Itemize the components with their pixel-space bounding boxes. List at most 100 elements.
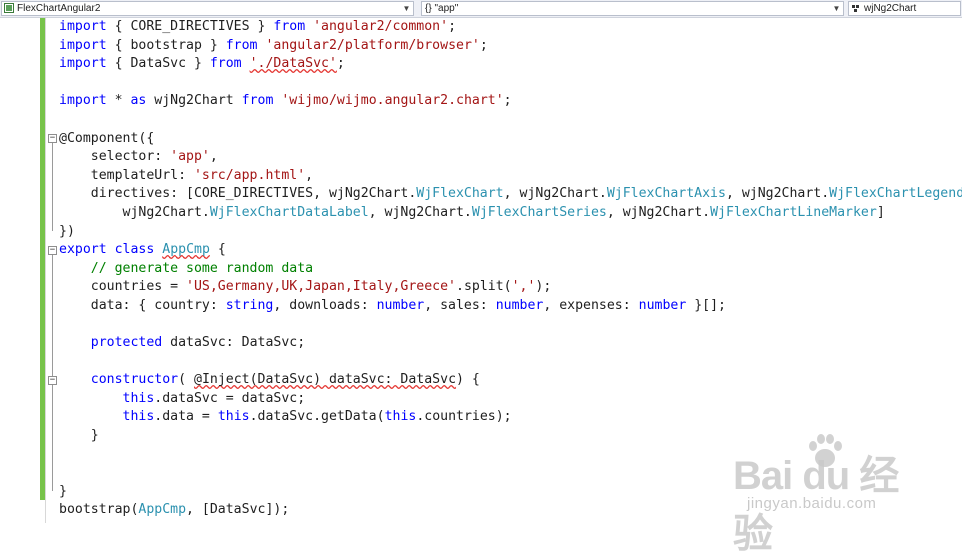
code-line[interactable] <box>59 74 962 93</box>
code-line[interactable]: countries = 'US,Germany,UK,Japan,Italy,G… <box>59 278 962 297</box>
code-token: , expenses: <box>543 297 639 313</box>
code-line[interactable] <box>59 111 962 130</box>
scope-dropdown[interactable]: {} "app" ▼ <box>421 1 844 16</box>
code-token: ; <box>448 19 457 34</box>
code-token: 'app' <box>170 149 210 165</box>
code-token: import <box>59 37 107 53</box>
code-line[interactable]: import { DataSvc } from './DataSvc'; <box>59 55 962 74</box>
code-token: * <box>106 93 131 109</box>
code-token: './DataSvc' <box>249 56 337 72</box>
chevron-down-icon: ▼ <box>402 4 411 13</box>
fold-guide <box>52 255 53 491</box>
code-token: ( <box>178 372 194 388</box>
code-token: { CORE_DIRECTIVES } <box>106 19 274 34</box>
code-token: @Inject(DataSvc) dataSvc: DataSvc <box>194 372 457 388</box>
project-dropdown[interactable]: FlexChartAngular2 ▼ <box>1 1 414 16</box>
code-line[interactable]: @Component({ <box>59 130 962 149</box>
code-token: templateUrl: <box>59 167 194 183</box>
code-token: this <box>122 409 155 425</box>
code-token: WjFlexChart <box>416 186 504 202</box>
watermark-url: jingyan.baidu.com <box>747 495 877 512</box>
code-token: constructor <box>90 372 179 388</box>
code-token: protected <box>90 335 163 351</box>
code-token: { <box>209 242 226 258</box>
code-token: this <box>217 409 250 425</box>
code-token: number <box>638 297 687 313</box>
code-line[interactable]: import * as wjNg2Chart from 'wijmo/wijmo… <box>59 92 962 111</box>
code-token: bootstrap( <box>59 502 139 518</box>
code-line[interactable]: }) <box>59 223 962 242</box>
code-token: 'angular2/platform/browser' <box>265 37 480 53</box>
member-dropdown[interactable]: wjNg2Chart <box>848 1 961 16</box>
code-token: , [DataSvc]); <box>186 502 290 518</box>
code-token: import <box>59 93 107 109</box>
code-line[interactable]: wjNg2Chart.WjFlexChartDataLabel, wjNg2Ch… <box>59 204 962 223</box>
code-token: number <box>495 297 544 313</box>
code-token: ); <box>535 279 552 295</box>
code-line[interactable]: import { CORE_DIRECTIVES } from 'angular… <box>59 18 962 37</box>
code-token: 'angular2/common' <box>313 19 449 34</box>
code-token: class <box>114 242 155 258</box>
code-line[interactable]: data: { country: string, downloads: numb… <box>59 297 962 316</box>
gutter-separator <box>45 18 46 523</box>
code-token: wjNg2Chart <box>146 93 242 109</box>
code-line[interactable]: import { bootstrap } from 'angular2/plat… <box>59 37 962 56</box>
code-token: selector: <box>59 149 171 165</box>
code-token: directives: [CORE_DIRECTIVES, wjNg2Chart… <box>59 186 417 202</box>
code-line[interactable]: constructor( @Inject(DataSvc) dataSvc: D… <box>59 371 962 390</box>
code-token: ] <box>876 204 885 220</box>
code-token: ; <box>336 56 345 72</box>
code-line[interactable]: selector: 'app', <box>59 148 962 167</box>
code-token: number <box>376 297 425 313</box>
code-line[interactable]: // generate some random data <box>59 260 962 279</box>
code-token: AppCmp <box>138 502 187 518</box>
code-token: from <box>273 19 306 34</box>
code-line[interactable]: export class AppCmp { <box>59 241 962 260</box>
code-token: .dataSvc.getData( <box>249 409 385 425</box>
code-token: this <box>384 409 417 425</box>
code-token: @Component({ <box>59 130 155 146</box>
code-token: export <box>59 242 107 258</box>
code-line[interactable]: this.dataSvc = dataSvc; <box>59 390 962 409</box>
code-token: ',' <box>511 279 536 295</box>
navigation-bar: FlexChartAngular2 ▼ {} "app" ▼ wjNg2Char… <box>0 0 962 18</box>
code-token: , sales: <box>424 297 496 313</box>
code-token: 'wijmo/wijmo.angular2.chart' <box>281 93 504 109</box>
collapse-toggle-icon[interactable]: − <box>48 246 57 255</box>
code-token: string <box>225 297 274 313</box>
collapse-toggle-icon[interactable]: − <box>48 134 57 143</box>
fold-guide <box>52 385 53 429</box>
code-token: import <box>59 56 107 72</box>
code-token: import <box>59 19 107 34</box>
code-token: countries = <box>59 279 187 295</box>
code-token: }[]; <box>686 297 726 313</box>
code-token: 'US,Germany,UK,Japan,Italy,Greece' <box>186 279 456 295</box>
code-token: }) <box>59 223 75 239</box>
code-line[interactable]: protected dataSvc: DataSvc; <box>59 334 962 353</box>
code-token: , wjNg2Chart. <box>503 186 607 202</box>
code-token: from <box>225 37 258 53</box>
code-editor[interactable]: − − − import { CORE_DIRECTIVES } from 'a… <box>0 18 962 556</box>
code-line[interactable]: templateUrl: 'src/app.html', <box>59 167 962 186</box>
code-token: WjFlexChartSeries <box>471 204 607 220</box>
code-token: , wjNg2Chart. <box>368 204 472 220</box>
project-name: FlexChartAngular2 <box>17 3 101 14</box>
code-token: WjFlexChartLegend <box>829 186 962 202</box>
code-token: AppCmp <box>162 242 210 258</box>
code-token: WjFlexChartDataLabel <box>209 204 369 220</box>
scope-name: {} "app" <box>425 3 459 14</box>
code-line[interactable] <box>59 316 962 335</box>
code-token: .split( <box>456 279 512 295</box>
baidu-watermark: Bai du 经验 jingyan.baidu.com <box>733 433 933 556</box>
code-line[interactable] <box>59 353 962 372</box>
code-line[interactable]: this.data = this.dataSvc.getData(this.co… <box>59 408 962 427</box>
code-line[interactable]: directives: [CORE_DIRECTIVES, wjNg2Chart… <box>59 185 962 204</box>
chevron-down-icon: ▼ <box>832 4 841 13</box>
collapse-toggle-icon[interactable]: − <box>48 376 57 385</box>
